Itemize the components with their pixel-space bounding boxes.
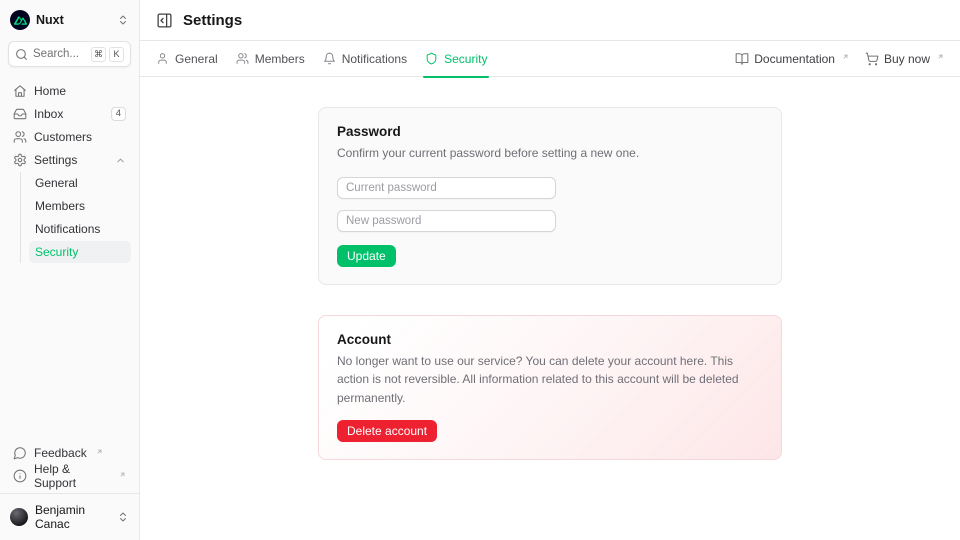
sidebar-footer: Feedback Help & Support (8, 442, 131, 493)
buy-now-label: Buy now (884, 52, 930, 66)
sidebar-item-general[interactable]: General (29, 172, 131, 194)
settings-subnav: General Members Notifications Security (20, 172, 131, 263)
sidebar-item-customers[interactable]: Customers (8, 126, 131, 148)
tab-label: General (175, 52, 218, 66)
workspace-switcher[interactable]: Nuxt (8, 0, 131, 39)
password-card-title: Password (337, 124, 763, 139)
search-input[interactable]: Search... ⌘ K (8, 41, 131, 67)
settings-security-content: Password Confirm your current password b… (140, 77, 960, 540)
search-icon (15, 48, 28, 61)
help-support-link[interactable]: Help & Support (8, 465, 131, 487)
tab-label: Security (444, 52, 487, 66)
message-bubble-icon (13, 446, 27, 460)
sidebar-item-home[interactable]: Home (8, 80, 131, 102)
sidebar-item-inbox[interactable]: Inbox 4 (8, 103, 131, 125)
inbox-count-badge: 4 (111, 107, 126, 121)
sidebar-nav: Home Inbox 4 Customers Settings (8, 80, 131, 263)
password-card-description: Confirm your current password before set… (337, 144, 763, 163)
settings-tabs: General Members Notifications (156, 41, 487, 77)
user-menu[interactable]: Benjamin Canac (8, 494, 131, 540)
sidebar-item-label: Home (34, 84, 126, 98)
tab-general[interactable]: General (156, 41, 218, 77)
tab-notifications[interactable]: Notifications (323, 41, 407, 77)
tab-security[interactable]: Security (425, 41, 487, 77)
password-card: Password Confirm your current password b… (318, 107, 782, 285)
documentation-link[interactable]: Documentation (735, 52, 849, 66)
sidebar-item-label: Settings (34, 153, 108, 167)
sidebar-item-security[interactable]: Security (29, 241, 131, 263)
help-support-label: Help & Support (34, 462, 110, 490)
gear-icon (13, 153, 27, 167)
sidebar-item-members[interactable]: Members (29, 195, 131, 217)
tab-label: Members (255, 52, 305, 66)
workspace-name: Nuxt (36, 13, 111, 27)
shopping-cart-icon (865, 52, 879, 66)
tab-members[interactable]: Members (236, 41, 305, 77)
shield-icon (425, 52, 438, 65)
kbd-meta: ⌘ (91, 47, 106, 62)
home-icon (13, 84, 27, 98)
external-link-icon (842, 53, 849, 60)
user-name: Benjamin Canac (35, 503, 110, 531)
new-password-field[interactable] (337, 210, 556, 232)
sidebar-item-label: General (35, 176, 78, 190)
external-link-icon (937, 53, 944, 60)
sidebar-spacer (8, 263, 131, 442)
current-password-field[interactable] (337, 177, 556, 199)
feedback-label: Feedback (34, 446, 87, 460)
bell-icon (323, 52, 336, 65)
sidebar: Nuxt Search... ⌘ K Home (0, 0, 140, 540)
user-icon (156, 52, 169, 65)
sidebar-item-label: Notifications (35, 222, 100, 236)
sidebar-item-label: Customers (34, 130, 126, 144)
account-card: Account No longer want to use our servic… (318, 315, 782, 461)
info-circle-icon (13, 469, 27, 483)
feedback-link[interactable]: Feedback (8, 442, 131, 464)
book-open-icon (735, 52, 749, 66)
chevron-up-icon (115, 155, 126, 166)
sidebar-item-notifications[interactable]: Notifications (29, 218, 131, 240)
delete-account-button[interactable]: Delete account (337, 420, 437, 442)
main-area: Settings General Members (140, 0, 960, 540)
chevron-up-down-icon (117, 511, 129, 523)
sidebar-item-label: Inbox (34, 107, 104, 121)
external-link-icon (119, 471, 126, 478)
page-title: Settings (183, 12, 242, 29)
toolbar: General Members Notifications (140, 41, 960, 77)
sidebar-item-label: Security (35, 245, 78, 259)
page-header: Settings (140, 0, 960, 41)
app-root: Nuxt Search... ⌘ K Home (0, 0, 960, 540)
nuxt-logo-icon (10, 10, 30, 30)
external-link-icon (96, 448, 103, 455)
sidebar-item-label: Members (35, 199, 85, 213)
account-card-description: No longer want to use our service? You c… (337, 352, 763, 408)
search-placeholder: Search... (33, 48, 86, 60)
chevron-up-down-icon (117, 14, 129, 26)
sidebar-collapse-icon[interactable] (156, 12, 173, 29)
account-card-title: Account (337, 332, 763, 347)
customers-icon (13, 130, 27, 144)
users-icon (236, 52, 249, 65)
tab-label: Notifications (342, 52, 407, 66)
avatar (10, 508, 28, 526)
buy-now-link[interactable]: Buy now (865, 52, 944, 66)
update-password-button[interactable]: Update (337, 245, 396, 267)
search-shortcut: ⌘ K (91, 47, 124, 62)
toolbar-actions: Documentation Buy now (735, 52, 944, 66)
kbd-k: K (109, 47, 124, 62)
sidebar-item-settings[interactable]: Settings (8, 149, 131, 171)
inbox-icon (13, 107, 27, 121)
documentation-label: Documentation (754, 52, 835, 66)
